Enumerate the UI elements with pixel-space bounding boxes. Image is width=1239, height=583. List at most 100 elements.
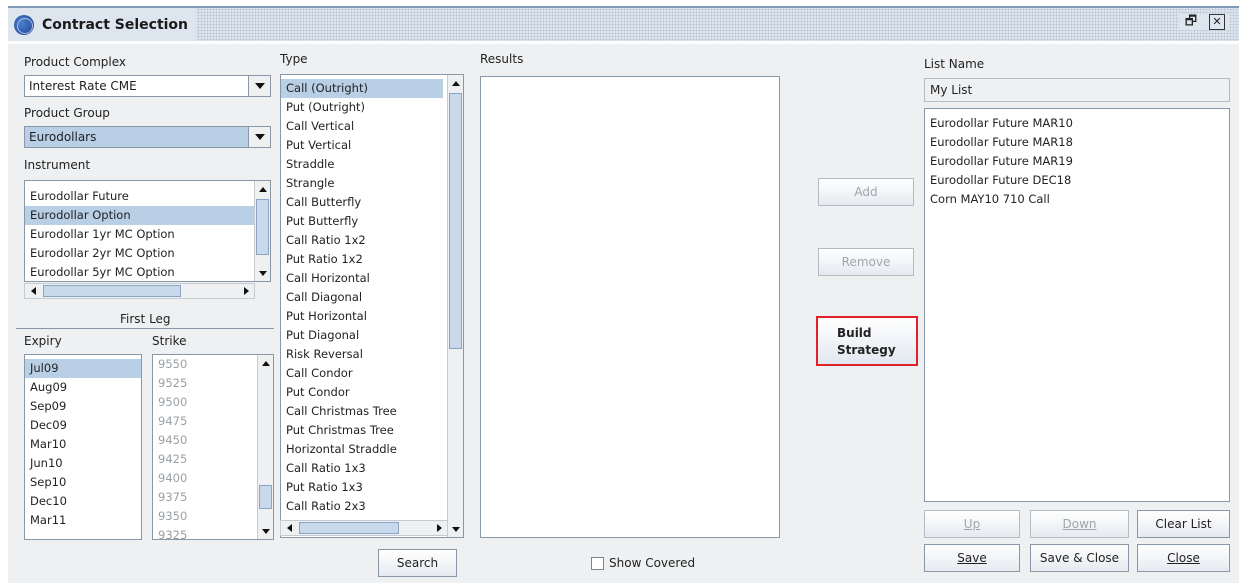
- list-item[interactable]: Put (Outright): [281, 98, 463, 117]
- list-item[interactable]: 9400: [153, 469, 273, 488]
- list-item[interactable]: Put Horizontal: [281, 307, 463, 326]
- list-item[interactable]: Eurodollar Option: [25, 206, 270, 225]
- scroll-down-icon[interactable]: [258, 523, 273, 539]
- list-item[interactable]: Mar11: [25, 511, 141, 530]
- show-covered-checkbox[interactable]: [591, 557, 604, 570]
- scroll-down-icon[interactable]: [448, 521, 463, 537]
- list-item[interactable]: Call Christmas Tree: [281, 402, 463, 421]
- window-controls: 🗗 ✕: [1179, 14, 1229, 30]
- scroll-thumb[interactable]: [43, 285, 181, 297]
- list-item[interactable]: Eurodollar Future MAR18: [925, 133, 1229, 152]
- list-item[interactable]: Corn MAY10 710 Call: [925, 190, 1229, 209]
- list-item[interactable]: Eurodollar Future MAR10: [925, 114, 1229, 133]
- instrument-vertical-scrollbar[interactable]: [254, 181, 270, 281]
- instrument-list[interactable]: Eurodollar Future Eurodollar Option Euro…: [24, 180, 271, 282]
- build-strategy-button[interactable]: Build Strategy: [816, 316, 918, 366]
- list-item[interactable]: Dec10: [25, 492, 141, 511]
- list-item[interactable]: Eurodollar Future DEC18: [925, 171, 1229, 190]
- list-item[interactable]: Jul09: [25, 359, 141, 378]
- scroll-right-icon[interactable]: [238, 284, 254, 298]
- list-item[interactable]: Horizontal Straddle: [281, 440, 463, 459]
- list-item[interactable]: Eurodollar Future MAR19: [925, 152, 1229, 171]
- scroll-thumb[interactable]: [256, 199, 269, 255]
- add-button-label: Add: [854, 185, 878, 199]
- list-item[interactable]: Eurodollar 5yr MC Option: [25, 263, 270, 281]
- save-close-button[interactable]: Save & Close: [1030, 544, 1129, 572]
- list-item[interactable]: Call Vertical: [281, 117, 463, 136]
- type-horizontal-scrollbar[interactable]: [280, 520, 448, 536]
- contract-list[interactable]: Eurodollar Future MAR10 Eurodollar Futur…: [924, 108, 1230, 502]
- list-item[interactable]: Dec09: [25, 416, 141, 435]
- strike-list[interactable]: 9550 9525 9500 9475 9450 9425 9400 9375 …: [152, 354, 274, 540]
- list-item[interactable]: 9325: [153, 526, 273, 539]
- close-icon[interactable]: ✕: [1209, 14, 1225, 30]
- scroll-up-icon[interactable]: [258, 355, 273, 371]
- list-item[interactable]: 9375: [153, 488, 273, 507]
- chevron-down-icon[interactable]: [248, 76, 270, 96]
- list-item[interactable]: Sep09: [25, 397, 141, 416]
- list-item[interactable]: Call Ratio 1x3: [281, 459, 463, 478]
- list-item[interactable]: Jun10: [25, 454, 141, 473]
- list-item[interactable]: 9525: [153, 374, 273, 393]
- scroll-thumb[interactable]: [259, 485, 272, 509]
- list-item[interactable]: Straddle: [281, 155, 463, 174]
- list-item[interactable]: Eurodollar 2yr MC Option: [25, 244, 270, 263]
- list-item[interactable]: 9500: [153, 393, 273, 412]
- list-item[interactable]: Put Diagonal: [281, 326, 463, 345]
- list-item[interactable]: Call Ratio 1x2: [281, 231, 463, 250]
- list-item[interactable]: Strangle: [281, 174, 463, 193]
- strike-vertical-scrollbar[interactable]: [257, 355, 273, 539]
- list-item[interactable]: Call Ratio 2x3: [281, 497, 463, 516]
- list-item[interactable]: Call Butterfly: [281, 193, 463, 212]
- instrument-horizontal-scrollbar[interactable]: [24, 283, 255, 299]
- title-bar-background[interactable]: Contract Selection 🗗 ✕: [8, 6, 1239, 41]
- up-button[interactable]: Up: [924, 510, 1020, 538]
- product-complex-dropdown[interactable]: Interest Rate CME: [24, 75, 271, 97]
- list-item[interactable]: Risk Reversal: [281, 345, 463, 364]
- results-list[interactable]: [480, 76, 780, 538]
- list-item[interactable]: Call Condor: [281, 364, 463, 383]
- expiry-list[interactable]: Jul09 Aug09 Sep09 Dec09 Mar10 Jun10 Sep1…: [24, 354, 142, 540]
- down-button[interactable]: Down: [1030, 510, 1129, 538]
- list-item[interactable]: Put Vertical: [281, 136, 463, 155]
- list-item[interactable]: Put Ratio 1x3: [281, 478, 463, 497]
- add-button[interactable]: Add: [818, 178, 914, 206]
- scroll-up-icon[interactable]: [255, 181, 270, 197]
- scroll-thumb[interactable]: [449, 93, 462, 349]
- list-item[interactable]: Sep10: [25, 473, 141, 492]
- save-button[interactable]: Save: [924, 544, 1020, 572]
- scroll-down-icon[interactable]: [255, 265, 270, 281]
- list-item[interactable]: Eurodollar Future: [25, 187, 270, 206]
- list-item[interactable]: Put Christmas Tree: [281, 421, 463, 440]
- product-group-dropdown[interactable]: Eurodollars: [24, 126, 271, 148]
- scroll-left-icon[interactable]: [281, 521, 297, 535]
- close-button[interactable]: Close: [1137, 544, 1230, 572]
- scroll-thumb[interactable]: [299, 522, 399, 534]
- restore-icon[interactable]: 🗗: [1183, 14, 1199, 30]
- list-item[interactable]: Eurodollar 1yr MC Option: [25, 225, 270, 244]
- list-item[interactable]: 9450: [153, 431, 273, 450]
- results-label: Results: [480, 52, 524, 66]
- clear-list-button[interactable]: Clear List: [1137, 510, 1230, 538]
- chevron-down-icon[interactable]: [248, 127, 270, 147]
- list-item[interactable]: Put Condor: [281, 383, 463, 402]
- scroll-right-icon[interactable]: [431, 521, 447, 535]
- list-item[interactable]: Put Ratio 1x2: [281, 250, 463, 269]
- type-vertical-scrollbar[interactable]: [447, 75, 463, 537]
- list-item[interactable]: 9350: [153, 507, 273, 526]
- scroll-left-icon[interactable]: [25, 284, 41, 298]
- list-item[interactable]: 9550: [153, 355, 273, 374]
- scroll-up-icon[interactable]: [448, 75, 463, 91]
- remove-button[interactable]: Remove: [818, 248, 914, 276]
- list-item[interactable]: Put Butterfly: [281, 212, 463, 231]
- type-list[interactable]: Call (Outright) Put (Outright) Call Vert…: [280, 74, 464, 538]
- list-item[interactable]: Mar10: [25, 435, 141, 454]
- search-button[interactable]: Search: [378, 549, 457, 577]
- list-item[interactable]: Call Diagonal: [281, 288, 463, 307]
- list-item[interactable]: Call (Outright): [281, 79, 443, 98]
- list-item[interactable]: 9425: [153, 450, 273, 469]
- list-item[interactable]: 9475: [153, 412, 273, 431]
- list-name-field[interactable]: My List: [924, 78, 1230, 102]
- list-item[interactable]: Aug09: [25, 378, 141, 397]
- list-item[interactable]: Call Horizontal: [281, 269, 463, 288]
